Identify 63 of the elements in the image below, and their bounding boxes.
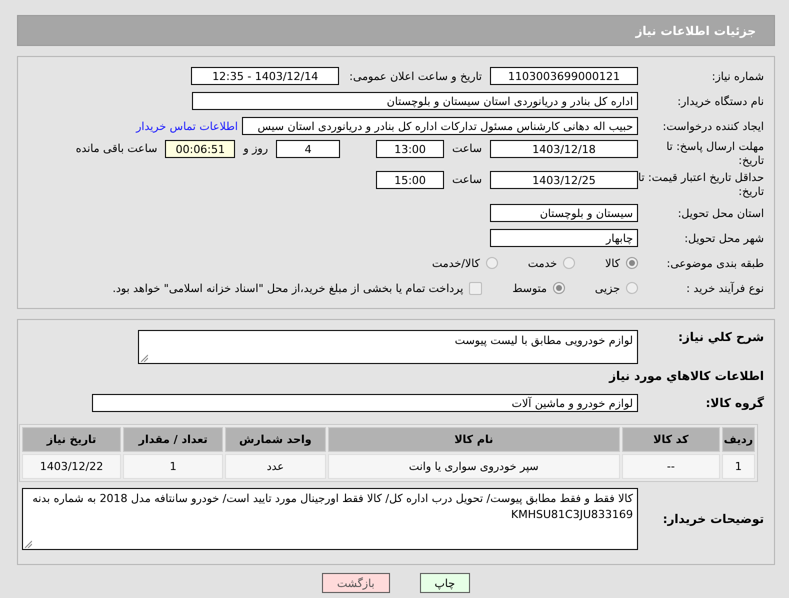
announce-date-field: 1403/12/14 - 12:35 xyxy=(191,67,340,85)
remaining-time-field: 00:06:51 xyxy=(165,140,236,158)
field-label: نام دستگاه خریدار: xyxy=(676,94,765,108)
field-label: نوع فرآیند خرید : xyxy=(685,282,765,294)
field-label: حداقل تاریخ اعتبار قیمت: تا تاریخ: xyxy=(638,171,765,199)
section-title: اطلاعات کالاهاي مورد نياز xyxy=(609,369,765,383)
column-header: کد کالا xyxy=(622,427,720,452)
need-number-field: 1103003699000121 xyxy=(490,67,638,85)
city-field: چابهار xyxy=(490,229,638,247)
description-field[interactable]: لوازم خودرویی مطابق با لیست پیوست xyxy=(138,330,638,364)
field-label: تاریخ و ساعت اعلان عمومی: xyxy=(349,70,482,82)
radio-label: کالا xyxy=(605,256,620,270)
column-header: نام کالا xyxy=(328,427,620,452)
time-label: ساعت xyxy=(452,141,482,157)
column-header: تعداد / مقدار xyxy=(123,427,224,452)
field-label: مهلت ارسال پاسخ: تا تاریخ: xyxy=(665,140,765,168)
radio-label: کالا/خدمت xyxy=(432,256,480,270)
table-cell: 1403/12/22 xyxy=(22,454,122,479)
field-label: طبقه بندی موضوعی: xyxy=(666,256,765,270)
time-label: ساعت xyxy=(452,172,482,188)
print-button[interactable]: چاپ xyxy=(420,573,470,593)
radio-button[interactable] xyxy=(626,257,638,269)
table-cell: -- xyxy=(622,454,720,479)
table-cell: 1 xyxy=(722,454,755,479)
field-label: شهر محل تحویل: xyxy=(683,232,765,244)
deadline-time-field: 13:00 xyxy=(376,140,444,158)
days-label: روز و xyxy=(243,141,268,157)
back-button[interactable]: بازگشت xyxy=(322,573,390,593)
field-label: گروه کالا: xyxy=(704,396,765,410)
requester-field: حبیب اله دهانی کارشناس مسئول تدارکات اداره کل بنادر و دریانوردی استان سیس xyxy=(242,117,638,135)
validity-time-field: 15:00 xyxy=(376,171,444,189)
contact-link[interactable]: اطلاعات تماس خریدار xyxy=(136,120,238,132)
column-header: واحد شمارش xyxy=(225,427,326,452)
resize-grip-icon[interactable] xyxy=(140,354,148,362)
column-header: ردیف xyxy=(722,427,755,452)
goods-group-field: لوازم خودرو و ماشین آلات xyxy=(92,394,638,412)
column-header: تاریخ نیاز xyxy=(22,427,122,452)
deadline-date-field: 1403/12/18 xyxy=(490,140,638,158)
field-label: توضیحات خریدار: xyxy=(662,512,765,526)
field-label: ایجاد کننده درخواست: xyxy=(662,120,765,132)
table-cell: 1 xyxy=(123,454,224,479)
remaining-label: ساعت باقی مانده xyxy=(76,141,158,157)
buyer-org-field: اداره کل بنادر و دریانوردی استان سیستان و بلوچستان xyxy=(192,92,638,110)
province-field: سیستان و بلوچستان xyxy=(490,204,638,222)
field-label: شرح کلي نياز: xyxy=(677,330,765,344)
radio-button[interactable] xyxy=(626,282,638,294)
days-field: 4 xyxy=(276,140,340,158)
buyer-notes-field[interactable]: کالا فقط و فقط مطابق پیوست/ تحویل درب اداره کل/ کالا فقط اورجینال مورد تایید است/ خودرو سانتافه مدل 2018 به شماره بدنه KMHSU81C3JU833169 xyxy=(22,488,638,550)
checkbox-label: پرداخت تمام یا بخشی از مبلغ خرید،از محل "اسناد خزانه اسلامی" خواهد بود. xyxy=(112,282,464,294)
validity-date-field: 1403/12/25 xyxy=(490,171,638,189)
radio-button[interactable] xyxy=(486,257,498,269)
radio-label: خدمت xyxy=(528,256,558,270)
radio-label: جزیی xyxy=(594,282,620,294)
radio-label: متوسط xyxy=(512,282,547,294)
resize-grip-icon[interactable] xyxy=(24,540,32,548)
radio-button[interactable] xyxy=(563,257,576,269)
field-label: شماره نیاز: xyxy=(710,70,765,82)
radio-button[interactable] xyxy=(552,282,565,294)
field-label: استان محل تحویل: xyxy=(676,206,765,220)
page-title: جزئیات اطلاعات نیاز xyxy=(635,24,756,38)
table-cell: سپر خودروی سواری یا وانت xyxy=(328,454,620,479)
table-cell: عدد xyxy=(225,454,326,479)
checkbox[interactable] xyxy=(469,282,482,294)
